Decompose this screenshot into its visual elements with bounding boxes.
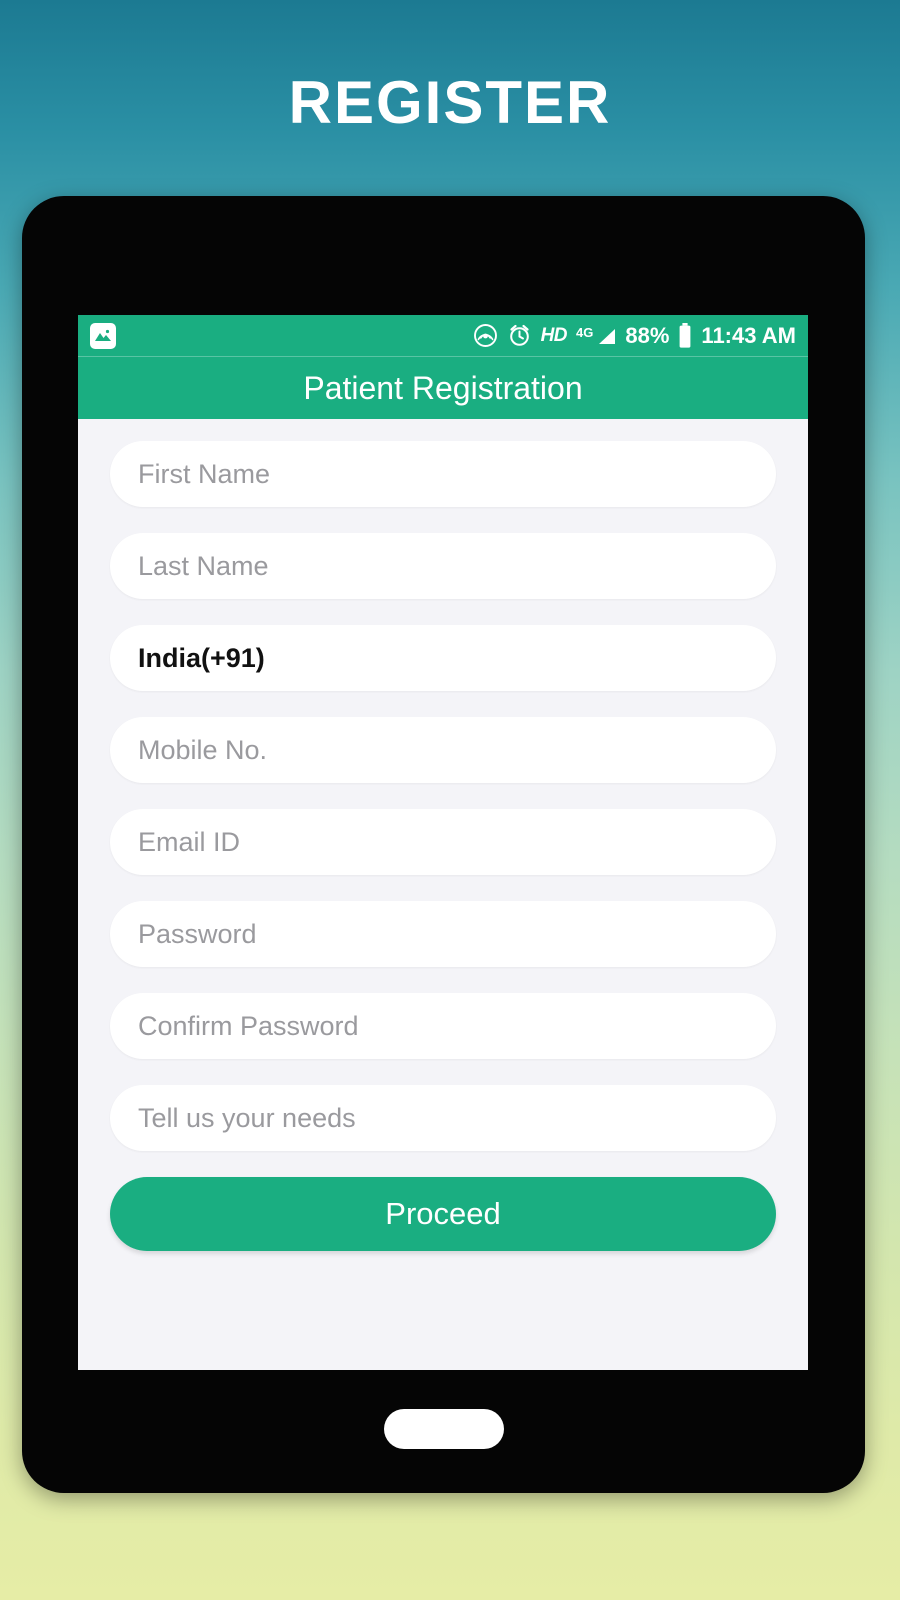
status-bar: HD 4G 88% 11:43 AM (78, 315, 808, 357)
proceed-button[interactable]: Proceed (110, 1177, 776, 1251)
country-code-text: India(+91) (138, 642, 265, 673)
last-name-field[interactable]: Last Name (110, 533, 776, 599)
page-title: REGISTER (288, 69, 612, 136)
tablet-device: HD 4G 88% 11:43 AM Patient Registration … (22, 196, 865, 1493)
home-button[interactable] (383, 1409, 504, 1449)
registration-form: First Name Last Name India(+91) Mobile N… (78, 419, 808, 1370)
image-gallery-icon (90, 322, 116, 349)
signal-group: 4G (576, 325, 616, 347)
proceed-button-label: Proceed (385, 1196, 501, 1231)
first-name-text: First Name (138, 458, 271, 489)
battery-icon (678, 322, 692, 349)
app-bar-title: Patient Registration (303, 369, 583, 406)
mobile-number-text: Mobile No. (138, 734, 268, 765)
password-field[interactable]: Password (110, 901, 776, 967)
needs-text: Tell us your needs (138, 1102, 356, 1133)
battery-percent-label: 88% (625, 322, 670, 348)
network-type-label: 4G (576, 324, 594, 340)
needs-field[interactable]: Tell us your needs (110, 1085, 776, 1151)
tablet-screen: HD 4G 88% 11:43 AM Patient Registration … (78, 315, 808, 1370)
first-name-field[interactable]: First Name (110, 441, 776, 507)
email-id-field[interactable]: Email ID (110, 809, 776, 875)
confirm-password-field[interactable]: Confirm Password (110, 993, 776, 1059)
password-text: Password (138, 918, 257, 949)
hotspot-icon (473, 323, 498, 348)
hd-indicator: HD (540, 324, 568, 346)
alarm-clock-icon (507, 323, 532, 348)
app-bar: Patient Registration (78, 357, 808, 419)
country-code-select[interactable]: India(+91) (110, 625, 776, 691)
last-name-text: Last Name (138, 550, 269, 581)
email-id-text: Email ID (138, 826, 241, 857)
clock-label: 11:43 AM (701, 322, 796, 348)
mobile-number-field[interactable]: Mobile No. (110, 717, 776, 783)
signal-bars-icon (594, 325, 616, 347)
status-indicators: HD 4G 88% 11:43 AM (473, 322, 796, 349)
confirm-password-text: Confirm Password (138, 1010, 359, 1041)
